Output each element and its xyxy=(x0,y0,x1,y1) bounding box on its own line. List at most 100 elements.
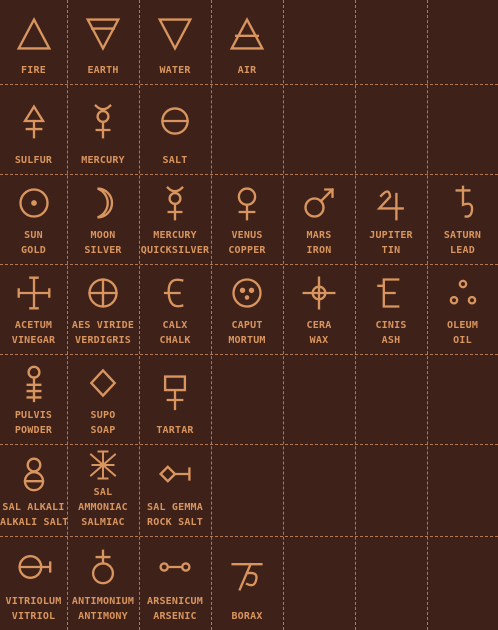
symbol-label-line: CALX xyxy=(162,320,188,331)
symbol-cell: CAPUT MORTUM xyxy=(211,264,283,354)
cera-wax-icon xyxy=(302,276,336,310)
symbol-label: AIR xyxy=(211,63,283,78)
moon-silver-icon xyxy=(97,187,114,219)
symbol-label-line: AMMONIAC xyxy=(78,502,128,513)
symbol-label-line: ARSENICUM xyxy=(147,596,203,607)
symbol-cell: ACETUM VINEGAR xyxy=(0,264,67,354)
sapo-soap-icon xyxy=(89,368,117,398)
symbol-label-line: SAL xyxy=(93,487,113,498)
symbol-label-line: WATER xyxy=(159,65,191,76)
symbol-label-line: COPPER xyxy=(228,245,266,256)
symbol-label-line: SATURN xyxy=(443,230,482,241)
symbol-label-line: SAL GEMMA xyxy=(147,502,203,513)
symbol-label-line: JUPITER xyxy=(369,230,413,241)
symbol-label-line: OLEUM xyxy=(446,320,479,331)
sal-alkali-icon xyxy=(23,457,44,492)
sulfur-icon xyxy=(22,103,45,138)
symbol-label: VITRIOLUM VITRIOL xyxy=(0,594,67,624)
water-triangle-icon xyxy=(157,17,193,51)
symbol-cell: BORAX xyxy=(211,536,283,630)
symbol-label-line: ACETUM xyxy=(14,320,53,331)
antimonium-icon xyxy=(91,549,115,585)
symbol-label: MERCURY QUICKSILVER xyxy=(139,228,211,258)
symbol-label-line: SUN xyxy=(24,230,43,241)
symbol-label: CINIS ASH xyxy=(355,318,427,348)
symbol-cell: SALT xyxy=(139,84,211,174)
symbol-label: SAL ALKALI ALKALI SALT xyxy=(0,500,67,530)
symbol-label-line: ALKALI SALT xyxy=(0,517,67,528)
symbol-label: CERA WAX xyxy=(283,318,355,348)
symbol-label-line: VITRIOL xyxy=(11,611,56,622)
symbol-label-line: FIRE xyxy=(21,65,46,76)
symbol-label: ACETUM VINEGAR xyxy=(0,318,67,348)
symbol-cell: EARTH xyxy=(67,0,139,84)
symbol-label-line: CHALK xyxy=(159,335,191,346)
symbol-label-line: POWDER xyxy=(14,425,53,436)
symbol-cell: MERCURY xyxy=(67,84,139,174)
symbol-label: ARSENICUM ARSENIC xyxy=(139,594,211,624)
symbol-cell: ARSENICUM ARSENIC xyxy=(139,536,211,630)
symbol-label-line: OIL xyxy=(453,335,472,346)
symbol-cell: ANTIMONIUM ANTIMONY xyxy=(67,536,139,630)
symbol-cell: FIRE xyxy=(0,0,67,84)
symbol-label-line: MORTUM xyxy=(228,335,266,346)
mars-iron-icon xyxy=(304,187,335,218)
symbol-label: FIRE xyxy=(0,63,67,78)
sal-gemma-icon xyxy=(158,465,191,483)
saturn-lead-icon xyxy=(455,185,473,218)
venus-copper-icon xyxy=(237,187,257,221)
symbol-label: CAPUT MORTUM xyxy=(211,318,283,348)
symbol-label-line: AIR xyxy=(237,65,257,76)
symbol-label-line: BORAX xyxy=(231,611,263,622)
symbol-label: SALT xyxy=(139,153,211,168)
symbol-label-line: CAPUT xyxy=(231,320,263,331)
symbol-label-line: VINEGAR xyxy=(11,335,56,346)
symbol-label: WATER xyxy=(139,63,211,78)
symbol-cell: SAL ALKALI ALKALI SALT xyxy=(0,444,67,536)
symbol-label-line: VERDIGRIS xyxy=(75,335,131,346)
symbol-label-line: SAL ALKALI xyxy=(2,502,65,513)
symbol-cell: VENUS COPPER xyxy=(211,174,283,264)
symbol-label-line: EARTH xyxy=(87,65,119,76)
tartar-icon xyxy=(163,374,187,410)
symbol-label-line: GOLD xyxy=(21,245,46,256)
pulvis-powder-icon xyxy=(26,365,41,403)
symbol-label: JUPITER TIN xyxy=(355,228,427,258)
symbol-label-line: SALMIAC xyxy=(81,517,125,528)
symbol-cell: MERCURY QUICKSILVER xyxy=(139,174,211,264)
fire-triangle-icon xyxy=(16,16,51,50)
symbol-label-line: ASH xyxy=(381,335,401,346)
symbol-label-line: MERCURY xyxy=(153,230,197,241)
symbol-cell: CERA WAX xyxy=(283,264,355,354)
symbol-label-line: SOAP xyxy=(90,425,116,436)
symbol-label-line: TARTAR xyxy=(156,425,194,436)
symbol-label: AES VIRIDE VERDIGRIS xyxy=(67,318,139,348)
symbol-cell: JUPITER TIN xyxy=(355,174,427,264)
symbol-label-line: SUPO xyxy=(90,410,116,421)
arsenicum-icon xyxy=(159,562,191,572)
symbol-label-line: ROCK SALT xyxy=(147,517,203,528)
symbol-label-line: ANTIMONY xyxy=(78,611,128,622)
symbol-label: BORAX xyxy=(211,609,283,624)
symbol-label-line: SALT xyxy=(162,155,188,166)
symbol-label-line: MOON xyxy=(90,230,116,241)
aes-viride-verdigris-icon xyxy=(88,278,118,308)
symbol-label: SAL AMMONIAC SALMIAC xyxy=(67,485,139,530)
borax-icon xyxy=(231,562,263,591)
symbol-label: ANTIMONIUM ANTIMONY xyxy=(67,594,139,624)
symbol-cell: OLEUM OIL xyxy=(427,264,498,354)
symbol-cell: SAL AMMONIAC SALMIAC xyxy=(67,444,139,536)
symbol-label-line: AES VIRIDE xyxy=(71,320,135,331)
symbol-label: SUPO SOAP xyxy=(67,408,139,438)
air-triangle-icon xyxy=(229,16,265,50)
symbol-label-line: CERA xyxy=(306,320,332,331)
symbol-cell: CINIS ASH xyxy=(355,264,427,354)
caput-mortum-icon xyxy=(232,278,262,308)
symbol-label: VENUS COPPER xyxy=(211,228,283,258)
symbol-label: CALX CHALK xyxy=(139,318,211,348)
symbol-cell: AIR xyxy=(211,0,283,84)
symbol-cell: SAL GEMMA ROCK SALT xyxy=(139,444,211,536)
symbol-label: SULFUR xyxy=(0,153,67,168)
symbol-label-line: ARSENIC xyxy=(153,611,197,622)
earth-triangle-icon xyxy=(85,17,121,51)
